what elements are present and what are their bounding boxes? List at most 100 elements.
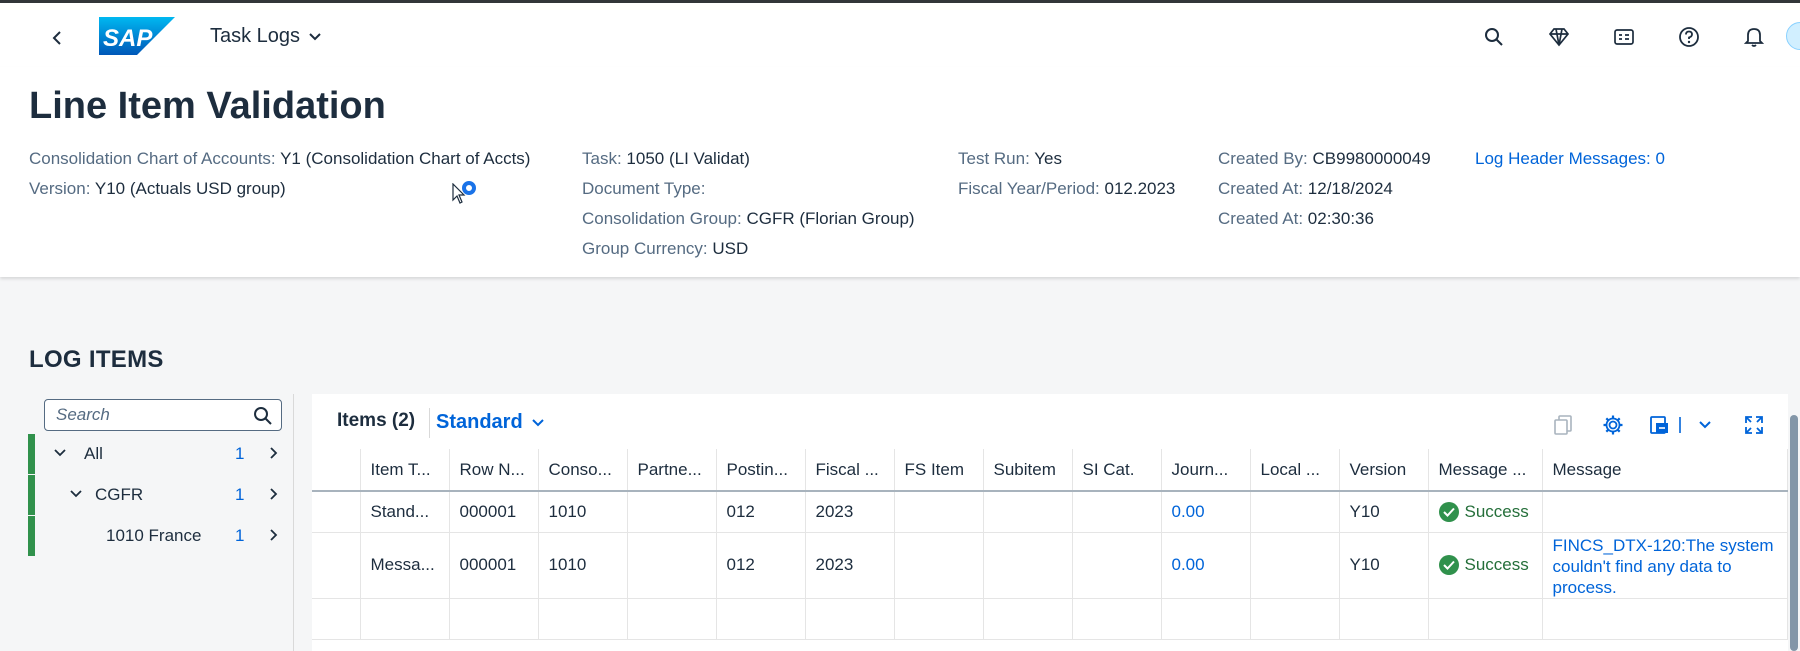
header-attributes-col2: Task: 1050 (LI Validat) Document Type: C…	[582, 144, 915, 264]
column-header[interactable]: FS Item	[894, 449, 984, 492]
cell-fs-item	[894, 532, 984, 599]
tree-item-label: CGFR	[95, 485, 144, 504]
status-badge: Success	[1438, 555, 1542, 575]
column-header[interactable]: Version	[1339, 449, 1429, 492]
tree-item-all[interactable]: All 1	[28, 434, 304, 474]
header-attributes-col4: Created By: CB9980000049 Created At: 12/…	[1218, 144, 1431, 234]
tree-item-count: 1	[235, 444, 245, 463]
chevron-down-icon[interactable]	[69, 487, 83, 501]
cell-row-number: 000001	[449, 491, 539, 533]
gear-icon	[1603, 415, 1623, 435]
cell-row-number: 000001	[449, 532, 539, 599]
tree-item-1010-france[interactable]: 1010 France 1	[28, 516, 304, 556]
variant-label: Standard	[436, 411, 523, 433]
search-icon[interactable]	[253, 406, 273, 426]
cell-message[interactable]: FINCS_DTX-120:The system couldn't find a…	[1542, 532, 1788, 599]
vertical-scrollbar[interactable]	[1788, 394, 1800, 651]
items-table-panel: Items (2) Standard Item T... Row N... Co…	[312, 394, 1800, 651]
back-button[interactable]	[40, 21, 74, 55]
cell-message-type: Success	[1428, 491, 1543, 533]
busy-indicator-icon	[462, 181, 476, 195]
help-button[interactable]	[1667, 17, 1711, 57]
table-row[interactable]: Messa... 000001 1010 012 2023 0.00 Y10 S…	[312, 532, 1788, 599]
attr-chart-of-accounts: Consolidation Chart of Accounts: Y1 (Con…	[29, 149, 531, 168]
tree-item-label: All	[84, 444, 103, 463]
cell-fiscal-year: 2023	[805, 532, 895, 599]
notifications-button[interactable]	[1732, 17, 1776, 57]
attr-created-by: Created By: CB9980000049	[1218, 149, 1431, 168]
cell-journal-amount[interactable]: 0.00	[1161, 532, 1251, 599]
object-header: Line Item Validation Consolidation Chart…	[0, 67, 1800, 277]
cell-version: Y10	[1339, 532, 1429, 599]
grid-calendar-icon	[1614, 29, 1634, 45]
column-header[interactable]: Row N...	[449, 449, 539, 492]
tree-item-label: 1010 France	[106, 526, 202, 545]
chevron-right-icon[interactable]	[268, 487, 280, 501]
header-attributes-col5: Log Header Messages: 0	[1475, 144, 1665, 174]
fullscreen-button[interactable]	[1739, 410, 1769, 440]
cell-fs-item	[894, 491, 984, 533]
success-icon	[1438, 555, 1459, 575]
chevron-down-icon	[1699, 421, 1711, 429]
success-icon	[1438, 501, 1459, 522]
status-text: Success	[1464, 501, 1529, 521]
column-header[interactable]: Partne...	[627, 449, 717, 492]
tree-search-input[interactable]	[56, 405, 246, 425]
row-highlight	[312, 491, 361, 533]
app-title-menu[interactable]: Task Logs	[210, 25, 322, 48]
page-title: Line Item Validation	[29, 85, 386, 127]
column-header[interactable]: Message ...	[1428, 449, 1543, 492]
header-attributes-col3: Test Run: Yes Fiscal Year/Period: 012.20…	[958, 144, 1175, 204]
settings-button[interactable]	[1598, 410, 1628, 440]
cell-local-amount	[1250, 491, 1340, 533]
column-header[interactable]: SI Cat.	[1072, 449, 1162, 492]
cell-item-type: Stand...	[360, 491, 450, 533]
column-header[interactable]: Postin...	[716, 449, 806, 492]
cell-fiscal-year: 2023	[805, 491, 895, 533]
tree-item-count: 1	[235, 485, 245, 504]
scrollbar-thumb[interactable]	[1790, 415, 1798, 651]
column-header[interactable]: Fiscal ...	[805, 449, 895, 492]
column-header[interactable]: Conso...	[538, 449, 628, 492]
column-header[interactable]: Subitem	[983, 449, 1073, 492]
search-button[interactable]	[1472, 17, 1516, 57]
variant-selector[interactable]: Standard	[436, 411, 545, 434]
chevron-left-icon	[52, 31, 61, 45]
chevron-right-icon[interactable]	[268, 446, 280, 460]
column-header-select[interactable]	[312, 449, 361, 492]
cell-partner	[627, 532, 717, 599]
toolbar-separator	[429, 408, 430, 438]
export-menu-button[interactable]	[1690, 410, 1720, 440]
column-header[interactable]: Message	[1542, 449, 1788, 492]
copy-button[interactable]	[1548, 410, 1578, 440]
chevron-right-icon[interactable]	[268, 528, 280, 542]
attr-document-type: Document Type:	[582, 179, 706, 198]
column-header[interactable]: Journ...	[1161, 449, 1251, 492]
column-header[interactable]: Item T...	[360, 449, 450, 492]
cell-subitem	[983, 491, 1073, 533]
cell-journal-amount[interactable]: 0.00	[1161, 491, 1251, 533]
joule-button[interactable]	[1537, 17, 1581, 57]
cell-si-category	[1072, 532, 1162, 599]
cell-message[interactable]	[1542, 491, 1788, 533]
attr-group-currency: Group Currency: USD	[582, 239, 749, 258]
chevron-down-icon[interactable]	[53, 446, 67, 460]
log-header-messages-link[interactable]: Log Header Messages: 0	[1475, 144, 1665, 174]
attr-test-run: Test Run: Yes	[958, 149, 1062, 168]
tree-search-field[interactable]	[44, 399, 282, 431]
column-header[interactable]: Local ...	[1250, 449, 1340, 492]
section-title: LOG ITEMS	[29, 346, 164, 373]
apps-button[interactable]	[1602, 17, 1646, 57]
tree-item-count: 1	[235, 526, 245, 545]
table-row[interactable]: Stand... 000001 1010 012 2023 0.00 Y10 S…	[312, 491, 1788, 533]
row-highlight	[312, 532, 361, 599]
cell-partner	[627, 491, 717, 533]
cell-conso-unit: 1010	[538, 491, 628, 533]
cell-local-amount	[1250, 532, 1340, 599]
export-icon	[1650, 416, 1668, 434]
tree-item-cgfr[interactable]: CGFR 1	[28, 475, 304, 515]
fullscreen-icon	[1745, 416, 1763, 434]
cell-si-category	[1072, 491, 1162, 533]
copy-icon	[1554, 415, 1572, 435]
cell-conso-unit: 1010	[538, 532, 628, 599]
